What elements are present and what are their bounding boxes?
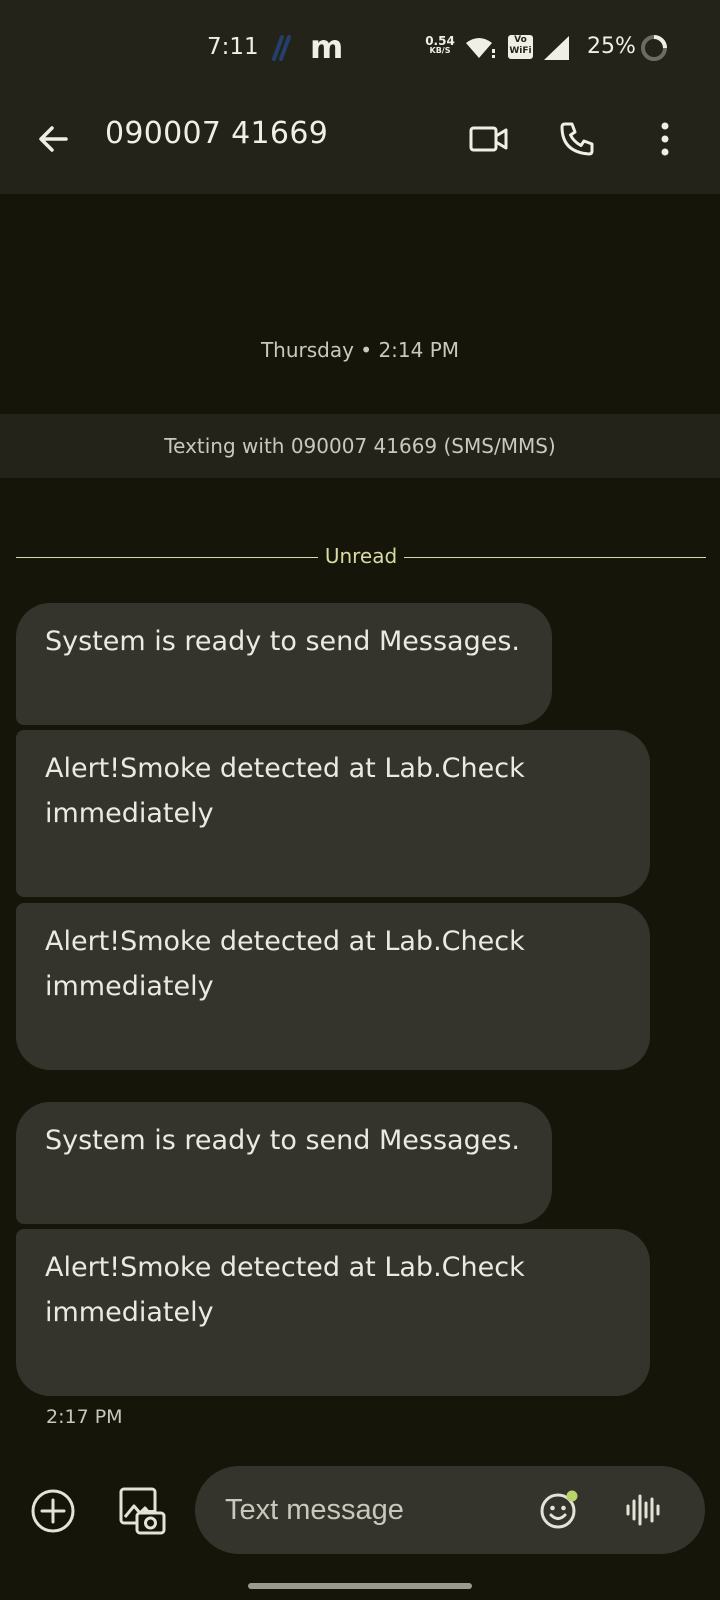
net-speed: 0.54 KB/S — [423, 34, 457, 56]
add-attachment-button[interactable] — [28, 1486, 78, 1536]
texting-banner: Texting with 090007 41669 (SMS/MMS) — [0, 414, 720, 478]
vowifi-icon: Vo WiFi — [508, 35, 533, 59]
vowifi-bottom-label: WiFi — [509, 46, 532, 56]
emoji-icon — [540, 1490, 578, 1529]
video-camera-icon — [469, 126, 508, 152]
back-button[interactable] — [28, 114, 78, 164]
vowifi-top-label: Vo — [514, 35, 527, 45]
divider-line — [16, 557, 318, 558]
status-bar: 7:11 m 0.54 KB/S Vo WiFi 25% — [0, 0, 720, 96]
voice-waveform-icon — [626, 1494, 660, 1526]
more-vert-icon — [661, 122, 669, 156]
contact-title[interactable]: 090007 41669 — [105, 116, 328, 151]
net-speed-value: 0.54 — [425, 34, 455, 48]
message-timestamp: 2:17 PM — [46, 1406, 123, 1428]
message-bubble[interactable]: Alert!Smoke detected at Lab.Check immedi… — [16, 1229, 650, 1396]
day-timestamp: Thursday • 2:14 PM — [260, 338, 460, 362]
nightscout-icon — [268, 35, 294, 65]
compose-bar — [195, 1466, 705, 1554]
gallery-button[interactable] — [116, 1484, 168, 1538]
battery-percent: 25% — [587, 34, 636, 59]
voice-message-button[interactable] — [621, 1488, 665, 1532]
wifi-icon — [465, 37, 497, 63]
add-circle-icon — [31, 1489, 75, 1533]
unread-label: Unread — [324, 544, 398, 568]
app-bar: 090007 41669 — [0, 96, 720, 194]
divider-line — [404, 557, 706, 558]
gallery-camera-icon — [119, 1487, 166, 1535]
status-time: 7:11 — [207, 34, 259, 60]
message-bubble[interactable]: Alert!Smoke detected at Lab.Check immedi… — [16, 730, 650, 897]
back-arrow-icon — [39, 126, 68, 152]
phone-call-button[interactable] — [552, 114, 602, 164]
phone-icon — [560, 122, 594, 156]
message-bubble[interactable]: Alert!Smoke detected at Lab.Check immedi… — [16, 903, 650, 1070]
gesture-nav-handle[interactable] — [248, 1583, 472, 1589]
texting-banner-label: Texting with 090007 41669 (SMS/MMS) — [164, 434, 556, 458]
messages-screen: 7:11 m 0.54 KB/S Vo WiFi 25% 090007 4166… — [0, 0, 720, 1600]
text-message-input[interactable] — [225, 1488, 525, 1532]
message-bubble[interactable]: System is ready to send Messages. — [16, 603, 552, 725]
battery-icon — [640, 34, 668, 66]
message-bubble[interactable]: System is ready to send Messages. — [16, 1102, 552, 1224]
unread-divider: Unread — [16, 544, 706, 570]
video-call-button[interactable] — [462, 114, 516, 164]
emoji-button[interactable] — [537, 1488, 581, 1532]
cell-signal-icon — [544, 36, 570, 64]
m-app-icon: m — [310, 28, 344, 66]
more-options-button[interactable] — [645, 114, 685, 164]
